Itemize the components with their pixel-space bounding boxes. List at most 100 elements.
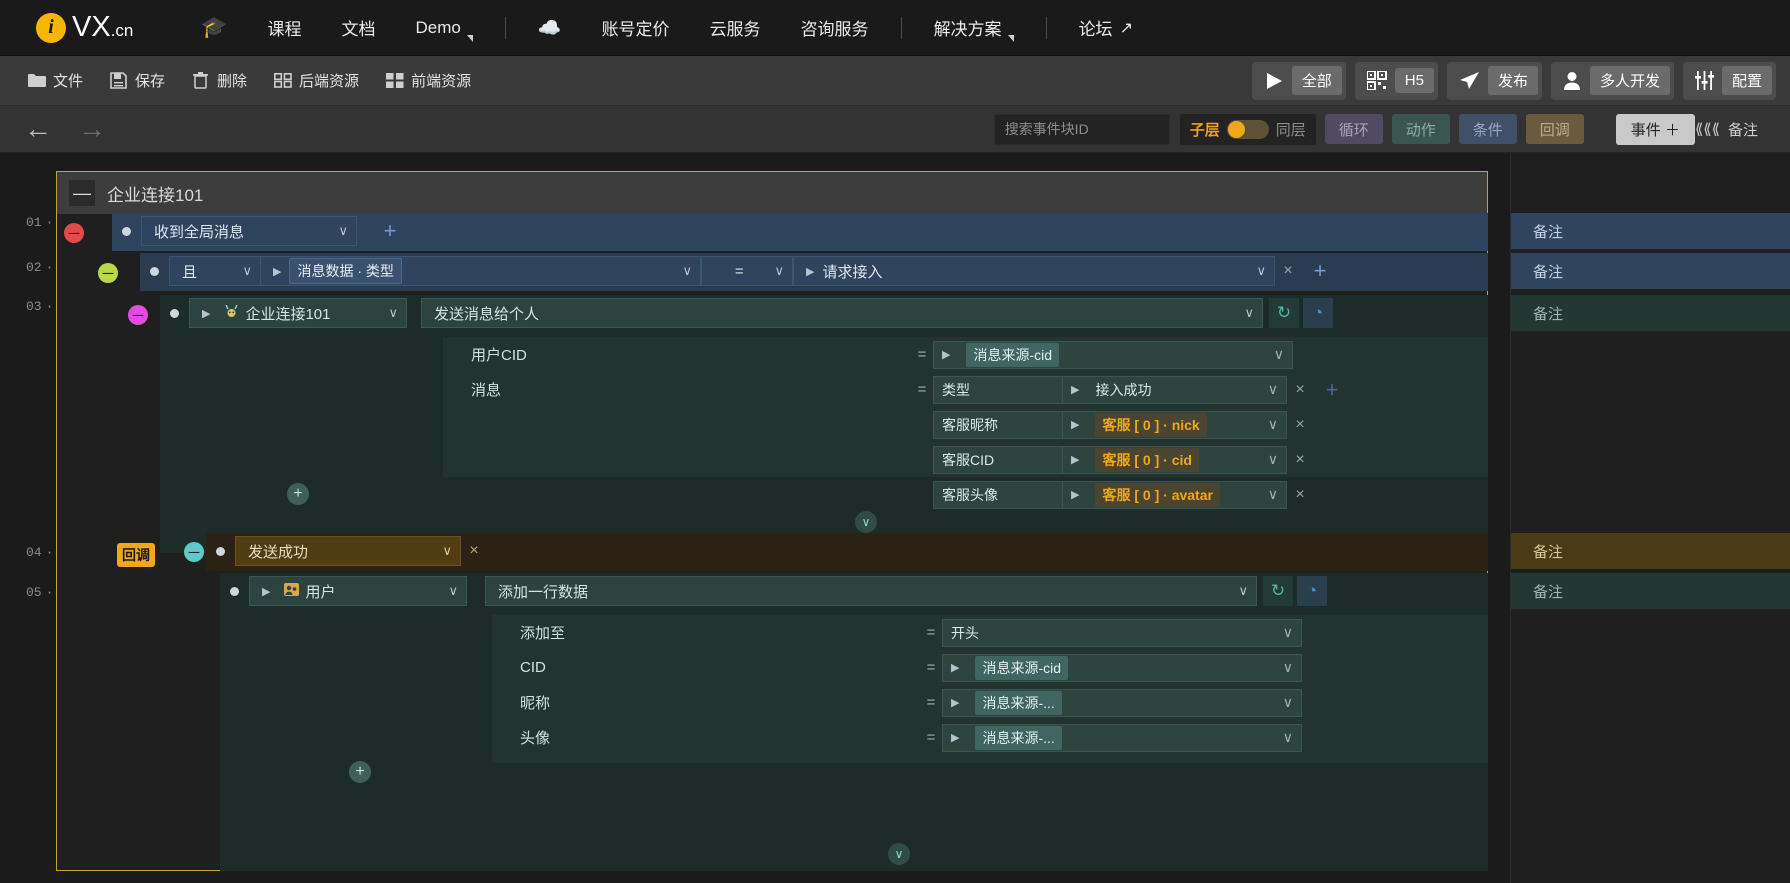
param-row-agent-cid[interactable]: 客服CID ▶ 客服 [ 0 ] · cid ∨ ×	[443, 442, 1488, 477]
expand-triangle-icon[interactable]: ▶	[273, 265, 281, 278]
clock-icon-05[interactable]: ◔	[1297, 576, 1327, 606]
file-button[interactable]: 文件	[14, 63, 96, 99]
expand-triangle-icon[interactable]: ▶	[262, 585, 270, 598]
param-value-agent-avatar[interactable]: ▶ 客服 [ 0 ] · avatar ∨	[1063, 480, 1287, 509]
note-row-05[interactable]: 备注	[1511, 573, 1790, 609]
param-row-avatar[interactable]: 头像 = ▶ 消息来源-... ∨	[492, 720, 1488, 755]
h5-qr-button[interactable]: H5	[1354, 61, 1438, 100]
run-all-button[interactable]: 全部	[1251, 61, 1346, 100]
add-event-button[interactable]: 事件 ＋	[1615, 113, 1695, 145]
add-trigger-button[interactable]: +	[371, 216, 409, 246]
param-remove-button[interactable]: ×	[1287, 381, 1313, 399]
param-value-cid[interactable]: ▶ 消息来源-cid ∨	[942, 653, 1302, 682]
collapse-params-button-05[interactable]: ∨	[888, 843, 910, 865]
param-add-button[interactable]: +	[1313, 375, 1351, 405]
brand-logo-group[interactable]: i VX.cn	[36, 11, 133, 44]
nav-courses[interactable]: 课程	[248, 0, 322, 56]
delete-button[interactable]: 删除	[178, 63, 260, 99]
expand-triangle-icon[interactable]: ▶	[806, 265, 814, 278]
add-condition-button[interactable]: +	[1301, 256, 1339, 286]
flow-canvas[interactable]: 01 02 03 04 05 — 企业连接101 ─ 收到全局消息 ∨ + ─ …	[0, 153, 1790, 883]
frontend-resource-button[interactable]: 前端资源	[372, 63, 484, 99]
param-value-user-cid[interactable]: ▶ 消息来源-cid ∨	[933, 340, 1293, 369]
action-title-select-03[interactable]: 发送消息给个人 ∨	[421, 298, 1263, 328]
remove-callback-button[interactable]: ×	[461, 542, 487, 560]
action-title-select-05[interactable]: 添加一行数据 ∨	[485, 576, 1257, 606]
backend-resource-button[interactable]: 后端资源	[260, 63, 372, 99]
clock-icon-03[interactable]: ◔	[1303, 298, 1333, 328]
row-condition[interactable]: 且 ∨ ▶ 消息数据 · 类型 ∨ = ∨ ▶ 请求接入 ∨ × +	[140, 253, 1339, 289]
publish-button[interactable]: 发布	[1446, 61, 1542, 100]
settings-button[interactable]: 配置	[1682, 61, 1776, 100]
expand-triangle-icon[interactable]: ▶	[1071, 453, 1079, 466]
param-remove-button[interactable]: ×	[1287, 486, 1313, 504]
nav-forum[interactable]: 论坛 ↗	[1059, 0, 1153, 56]
note-row-01[interactable]: 备注	[1511, 213, 1790, 249]
param-key-agent-cid[interactable]: 客服CID	[933, 445, 1063, 474]
param-row-user-cid[interactable]: 用户CID = ▶ 消息来源-cid ∨	[443, 337, 1488, 372]
note-row-03[interactable]: 备注	[1511, 295, 1790, 331]
collapse-params-button-03[interactable]: ∨	[855, 511, 877, 533]
row-trigger[interactable]: 收到全局消息 ∨ +	[112, 213, 409, 249]
refresh-icon-03[interactable]: ↻	[1269, 298, 1299, 328]
back-arrow-icon[interactable]: ←	[24, 113, 78, 145]
row-action-send-message[interactable]: ▶ 企业连接101 ∨ 发送消息给个人 ∨ ↻ ◔	[160, 295, 1333, 331]
param-row-agent-avatar[interactable]: 客服头像 ▶ 客服 [ 0 ] · avatar ∨ ×	[443, 477, 1488, 512]
right-operand-select[interactable]: ▶ 请求接入 ∨	[793, 256, 1275, 286]
param-remove-button[interactable]: ×	[1287, 416, 1313, 434]
note-row-02[interactable]: 备注	[1511, 253, 1790, 289]
cloud-money-icon[interactable]: ☁️	[518, 0, 582, 56]
add-resource-button-03[interactable]: +	[287, 483, 309, 505]
expand-triangle-icon[interactable]: ▶	[202, 307, 210, 320]
expand-triangle-icon[interactable]: ▶	[1071, 383, 1079, 396]
resource-select-05[interactable]: ▶ 用户 ∨	[249, 576, 467, 606]
param-value-agent-nick[interactable]: ▶ 客服 [ 0 ] · nick ∨	[1063, 410, 1287, 439]
comparison-operator-select[interactable]: = ∨	[701, 256, 793, 286]
breakpoint-node-03[interactable]: ─	[128, 305, 148, 325]
toggle-switch[interactable]	[1226, 119, 1269, 139]
filter-chip-condition[interactable]: 条件	[1458, 114, 1517, 144]
param-value-message-type[interactable]: ▶ 接入成功 ∨	[1063, 375, 1287, 404]
callback-select[interactable]: 发送成功 ∨	[235, 536, 461, 566]
param-row-add-to[interactable]: 添加至 = 开头 ∨	[492, 615, 1488, 650]
multi-dev-button[interactable]: 多人开发	[1550, 61, 1674, 100]
breakpoint-node-02[interactable]: ─	[98, 263, 118, 283]
notes-panel-toggle[interactable]: ⟪⟪⟪ 备注	[1695, 119, 1766, 140]
param-remove-button[interactable]: ×	[1287, 451, 1313, 469]
filter-chip-callback[interactable]: 回调	[1525, 114, 1584, 144]
nav-consulting[interactable]: 咨询服务	[781, 0, 889, 56]
param-row-nickname[interactable]: 昵称 = ▶ 消息来源-... ∨	[492, 685, 1488, 720]
param-key-message-type[interactable]: 类型	[933, 375, 1063, 404]
nav-docs[interactable]: 文档	[322, 0, 396, 56]
breakpoint-node-01[interactable]: ─	[64, 223, 84, 243]
logic-operator-select[interactable]: 且 ∨	[169, 256, 261, 286]
collapse-toggle-icon[interactable]: —	[69, 180, 95, 206]
row-callback[interactable]: 发送成功 ∨ ×	[206, 533, 487, 569]
left-operand-select[interactable]: ▶ 消息数据 · 类型 ∨	[261, 256, 701, 286]
add-resource-button-05[interactable]: +	[349, 761, 371, 783]
forward-arrow-icon[interactable]: →	[78, 113, 132, 145]
filter-chip-loop[interactable]: 循环	[1324, 114, 1383, 144]
search-input[interactable]: 搜索事件块ID	[993, 113, 1170, 145]
breakpoint-node-04[interactable]: ─	[184, 542, 204, 562]
nav-demo[interactable]: Demo	[396, 0, 493, 56]
param-row-message[interactable]: 消息 = 类型 ▶ 接入成功 ∨ × +	[443, 372, 1488, 407]
refresh-icon-05[interactable]: ↻	[1263, 576, 1293, 606]
remove-condition-button[interactable]: ×	[1275, 262, 1301, 280]
param-value-add-to[interactable]: 开头 ∨	[942, 618, 1302, 647]
expand-triangle-icon[interactable]: ▶	[1071, 418, 1079, 431]
trigger-select[interactable]: 收到全局消息 ∨	[141, 216, 357, 246]
expand-triangle-icon[interactable]: ▶	[951, 696, 959, 709]
row-action-add-record[interactable]: ▶ 用户 ∨ 添加一行数据 ∨ ↻ ◔	[220, 573, 1327, 609]
expand-triangle-icon[interactable]: ▶	[951, 661, 959, 674]
param-key-agent-avatar[interactable]: 客服头像	[933, 480, 1063, 509]
nav-solutions[interactable]: 解决方案	[914, 0, 1034, 56]
param-row-cid[interactable]: CID = ▶ 消息来源-cid ∨	[492, 650, 1488, 685]
save-button[interactable]: 保存	[96, 63, 178, 99]
expand-triangle-icon[interactable]: ▶	[942, 348, 950, 361]
expand-triangle-icon[interactable]: ▶	[951, 731, 959, 744]
param-key-agent-nick[interactable]: 客服昵称	[933, 410, 1063, 439]
graduation-cap-icon[interactable]: 🎓	[181, 0, 247, 56]
note-row-04[interactable]: 备注	[1511, 533, 1790, 569]
expand-triangle-icon[interactable]: ▶	[1071, 488, 1079, 501]
